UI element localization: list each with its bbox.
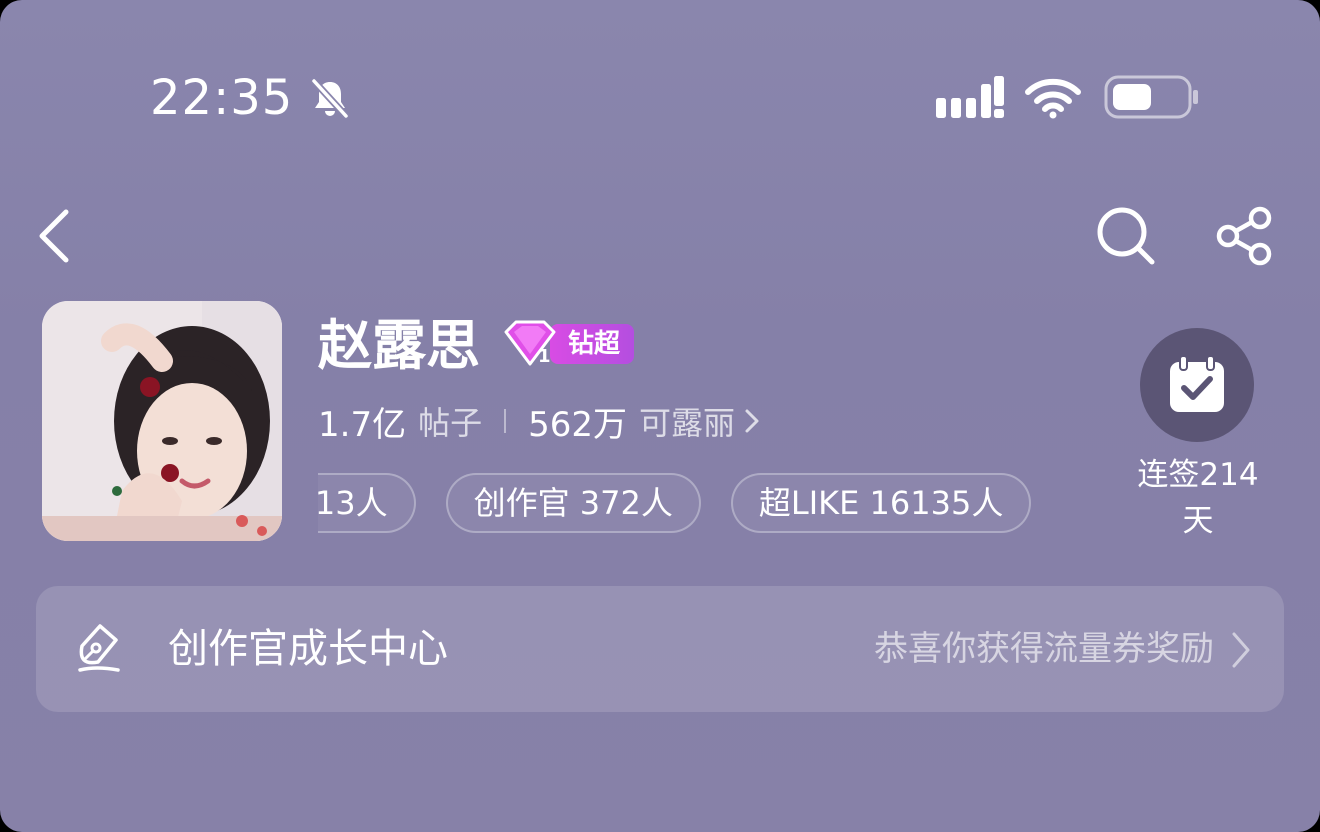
super-badge[interactable]: 1 钻超 <box>500 320 635 368</box>
checkin-streak-line1: 连签214 <box>1137 457 1259 493</box>
creator-card-subtitle: 恭喜你获得流量券奖励 <box>874 629 1214 669</box>
back-arrow-icon[interactable] <box>34 206 74 266</box>
checkin-streak-line2: 天 <box>1182 503 1214 539</box>
badge-label: 钻超 <box>550 324 635 364</box>
fans-count[interactable]: 562万 <box>528 397 627 446</box>
wifi-icon <box>1025 78 1081 119</box>
calendar-check-icon <box>1170 355 1224 412</box>
chip-super-fans[interactable]: 超级粉丝 3913人 <box>318 473 416 533</box>
member-chips-scroller[interactable]: 超级粉丝 3913人 创作官 372人 超LIKE 16135人 <box>318 473 1098 533</box>
posts-count: 1.7亿 <box>318 404 407 445</box>
chip-super-like[interactable]: 超LIKE 16135人 <box>730 473 1032 533</box>
status-time: 22:35 <box>150 70 294 126</box>
avatar-photo <box>42 301 282 541</box>
topic-name: 赵露思 <box>318 314 480 377</box>
cellular-signal-icon <box>936 76 1004 118</box>
search-icon[interactable] <box>1094 204 1158 268</box>
chip-creators[interactable]: 创作官 372人 <box>445 473 701 533</box>
stats-divider <box>504 409 507 433</box>
checkin-streak: 连签214 天 <box>1128 452 1268 544</box>
creator-growth-card[interactable]: 创作官成长中心 恭喜你获得流量券奖励 <box>36 586 1284 712</box>
creator-card-title: 创作官成长中心 <box>168 626 448 672</box>
battery-icon <box>1104 75 1198 119</box>
topic-stats: 1.7亿 帖子 562万 可露丽 <box>318 396 761 446</box>
chevron-right-icon <box>1232 632 1250 668</box>
svg-text:1: 1 <box>538 346 551 367</box>
fans-label[interactable]: 可露丽 <box>639 398 735 444</box>
super-topic-page: 22:35 赵露思 1 钻超 1.7亿 帖子 562万 可露丽 13人 创作官 … <box>0 0 1320 832</box>
diamond-icon: 1 <box>504 320 556 367</box>
chevron-right-icon[interactable] <box>743 406 761 436</box>
pen-nib-icon <box>78 624 120 672</box>
topic-avatar[interactable] <box>42 301 282 541</box>
checkin-button[interactable] <box>1140 328 1254 442</box>
posts-label: 帖子 <box>418 404 483 442</box>
share-icon[interactable] <box>1214 204 1278 268</box>
mute-bell-icon <box>310 77 350 120</box>
